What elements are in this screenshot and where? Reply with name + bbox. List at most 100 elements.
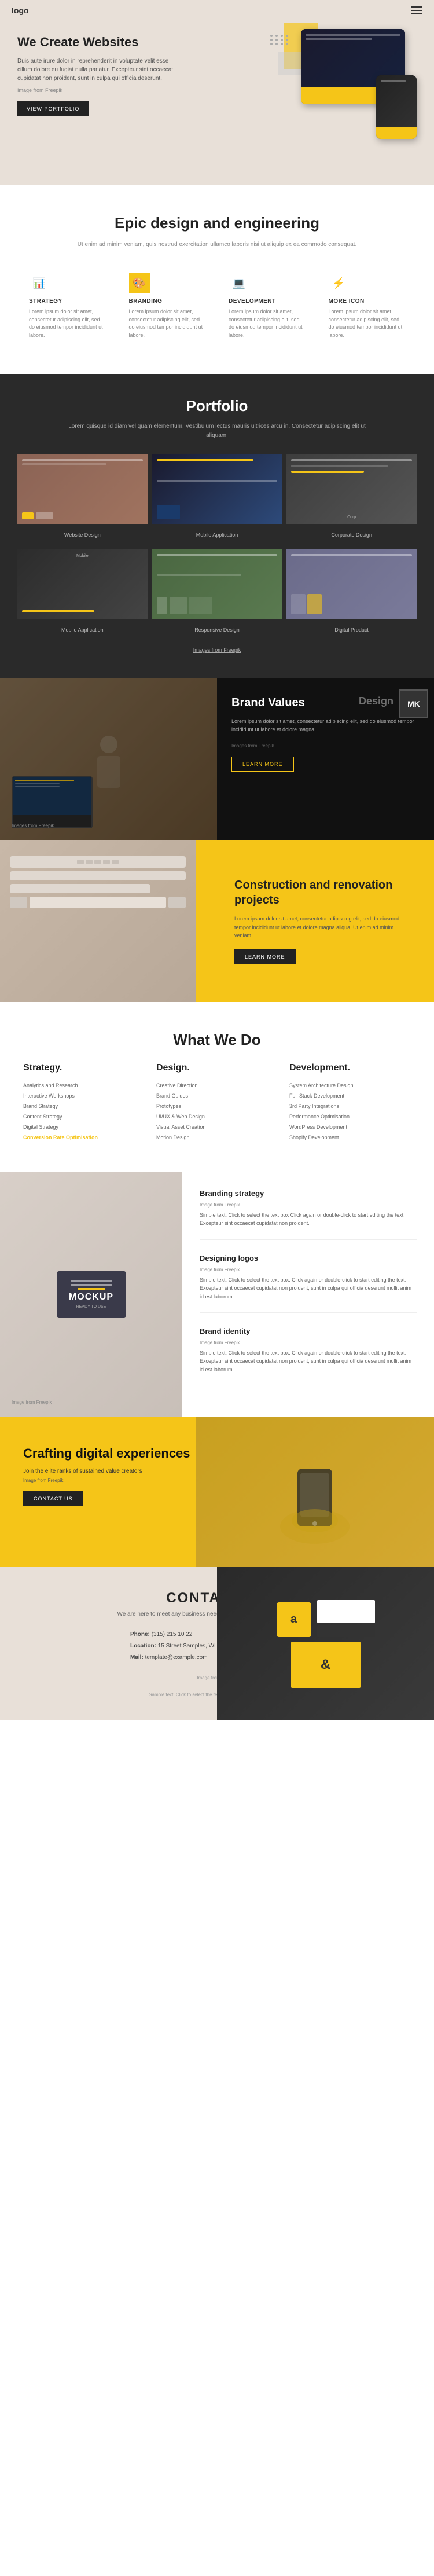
portfolio-freepik-link[interactable]: Images from Freepik [193, 647, 241, 653]
service-brand-identity: Brand identity Image from Freepik Simple… [200, 1327, 417, 1385]
feature-development: 💻 DEVELOPMENT Lorem ipsum dolor sit amet… [223, 267, 311, 345]
portfolio-label-4: Mobile Application [17, 627, 148, 633]
construction-section: Construction and renovation projects Lor… [0, 840, 434, 1002]
construction-content: Construction and renovation projects Lor… [217, 878, 411, 964]
portfolio-item-corporate-design[interactable]: Corp [286, 454, 417, 524]
view-portfolio-button[interactable]: VIEW PORTFOLIO [17, 101, 89, 116]
branding-icon: 🎨 [129, 273, 150, 293]
hero-content: We Create Websites Duis aute irure dolor… [17, 35, 179, 116]
portfolio-subtitle: Lorem quisque id diam vel quam elementum… [67, 422, 367, 441]
service-text-1: Simple text. Click to select the text bo… [200, 1211, 417, 1228]
phone-screen [376, 75, 417, 139]
strategy-title: STRATEGY [29, 298, 106, 304]
strategy-text: Lorem ipsum dolor sit amet, consectetur … [29, 308, 106, 339]
crafting-background [196, 1417, 434, 1567]
features-grid: 📊 STRATEGY Lorem ipsum dolor sit amet, c… [23, 267, 411, 345]
design-item-4: UI/UX & Web Design [156, 1111, 278, 1122]
what-we-do-section: What We Do Strategy. Analytics and Resea… [0, 1002, 434, 1172]
dots-decoration [270, 35, 289, 45]
development-text: Lorem ipsum dolor sit amet, consectetur … [229, 308, 306, 339]
design-item-5: Visual Asset Creation [156, 1122, 278, 1132]
development-list: System Architecture Design Full Stack De… [289, 1080, 411, 1143]
construction-bg-image [0, 840, 196, 1002]
service-label-2: Image from Freepik [200, 1267, 417, 1272]
feature-branding: 🎨 BRANDING Lorem ipsum dolor sit amet, c… [123, 267, 212, 345]
crafting-section: Crafting digital experiences Join the el… [0, 1417, 434, 1567]
contact-us-button[interactable]: CONTACT US [23, 1491, 83, 1506]
contact-bg-image: a & [217, 1567, 434, 1720]
portfolio-item-responsive-design[interactable] [152, 549, 282, 619]
epic-subtitle: Ut enim ad minim veniam, quis nostrud ex… [67, 240, 367, 249]
branding-title: BRANDING [129, 298, 206, 304]
portfolio-labels-bottom: Mobile Application Responsive Design Dig… [17, 623, 417, 635]
email-value: template@example.com [145, 1654, 208, 1661]
portfolio-section: Portfolio Lorem quisque id diam vel quam… [0, 374, 434, 678]
construction-button[interactable]: LEARN MORE [234, 949, 296, 964]
portfolio-label-6: Digital Product [286, 627, 417, 633]
portfolio-title: Portfolio [17, 397, 417, 415]
construction-title: Construction and renovation projects [234, 878, 411, 908]
email-label: Mail: [130, 1654, 144, 1661]
feature-extra: ⚡ MORE ICON Lorem ipsum dolor sit amet, … [323, 267, 411, 345]
brand-learn-button[interactable]: LEARN MORE [231, 757, 294, 772]
contact-yellow-badge: a [277, 1602, 311, 1637]
contact-visual-items: a & [277, 1600, 375, 1688]
portfolio-item-mobile-app-2[interactable]: Mobile [17, 549, 148, 619]
hero-image-label: Image from Freepik [17, 87, 179, 93]
service-text-3: Simple text. Click to select the text bo… [200, 1349, 417, 1374]
crafting-content: Crafting digital experiences Join the el… [23, 1445, 198, 1506]
service-label-1: Image from Freepik [200, 1202, 417, 1208]
development-item-1: System Architecture Design [289, 1080, 411, 1091]
phone-label: Phone: [130, 1631, 150, 1638]
feature-strategy: 📊 STRATEGY Lorem ipsum dolor sit amet, c… [23, 267, 112, 345]
hero-devices [226, 17, 422, 168]
mockup-subtext: READY TO USE [76, 1305, 106, 1309]
header: logo [0, 0, 434, 21]
branding-right-panel: Branding strategy Image from Freepik Sim… [182, 1172, 434, 1417]
strategy-item-2: Interactive Workshops [23, 1091, 145, 1101]
brand-left-panel: Images from Freepik [0, 678, 217, 840]
brand-mk-badge: MK [399, 689, 428, 718]
location-label: Location: [130, 1643, 156, 1649]
strategy-item-1: Analytics and Research [23, 1080, 145, 1091]
portfolio-item-website-design[interactable] [17, 454, 148, 524]
service-title-2: Designing logos [200, 1254, 417, 1263]
phone-device [376, 75, 417, 139]
portfolio-label-5: Responsive Design [152, 627, 282, 633]
contact-section: a & CONTACT US We are here to meet any b… [0, 1567, 434, 1720]
strategy-item-5: Digital Strategy [23, 1122, 145, 1132]
development-item-5: WordPress Development [289, 1122, 411, 1132]
portfolio-item-digital-product[interactable] [286, 549, 417, 619]
strategy-item-3: Brand Strategy [23, 1101, 145, 1111]
brand-design-label: Design [359, 695, 393, 707]
extra-title: MORE ICON [329, 298, 406, 304]
strategy-item-6: Conversion Rate Optimisation [23, 1132, 145, 1143]
what-strategy-column: Strategy. Analytics and Research Interac… [23, 1063, 145, 1143]
branding-services-section: MOCKUP READY TO USE Image from Freepik B… [0, 1172, 434, 1417]
what-columns: Strategy. Analytics and Research Interac… [23, 1063, 411, 1143]
mockup-card: MOCKUP READY TO USE [57, 1271, 126, 1318]
hamburger-menu[interactable] [411, 6, 422, 14]
portfolio-item-mobile-app-1[interactable] [152, 454, 282, 524]
contact-logo-visual: & [291, 1642, 361, 1688]
mockup-line-1 [71, 1280, 112, 1282]
hero-title: We Create Websites [17, 35, 179, 50]
epic-section: Epic design and engineering Ut enim ad m… [0, 185, 434, 374]
strategy-item-4: Content Strategy [23, 1111, 145, 1122]
phone-value: (315) 215 10 22 [152, 1631, 193, 1638]
mockup-line-yellow [78, 1288, 105, 1290]
hand-phone-visual [257, 1434, 373, 1550]
hamburger-line-3 [411, 13, 422, 14]
development-item-2: Full Stack Development [289, 1091, 411, 1101]
portfolio-label-1: Website Design [17, 532, 148, 538]
branding-text: Lorem ipsum dolor sit amet, consectetur … [129, 308, 206, 339]
contact-dark-bar [317, 1625, 375, 1637]
contact-visual-row: a [277, 1600, 375, 1637]
hamburger-line-1 [411, 6, 422, 8]
service-text-2: Simple text. Click to select the text bo… [200, 1276, 417, 1301]
development-heading: Development. [289, 1063, 411, 1073]
brand-description: Lorem ipsum dolor sit amet, consectetur … [231, 717, 420, 734]
contact-white-card [317, 1600, 375, 1623]
mockup-visual: MOCKUP READY TO USE [0, 1172, 182, 1417]
service-branding-strategy: Branding strategy Image from Freepik Sim… [200, 1189, 417, 1240]
